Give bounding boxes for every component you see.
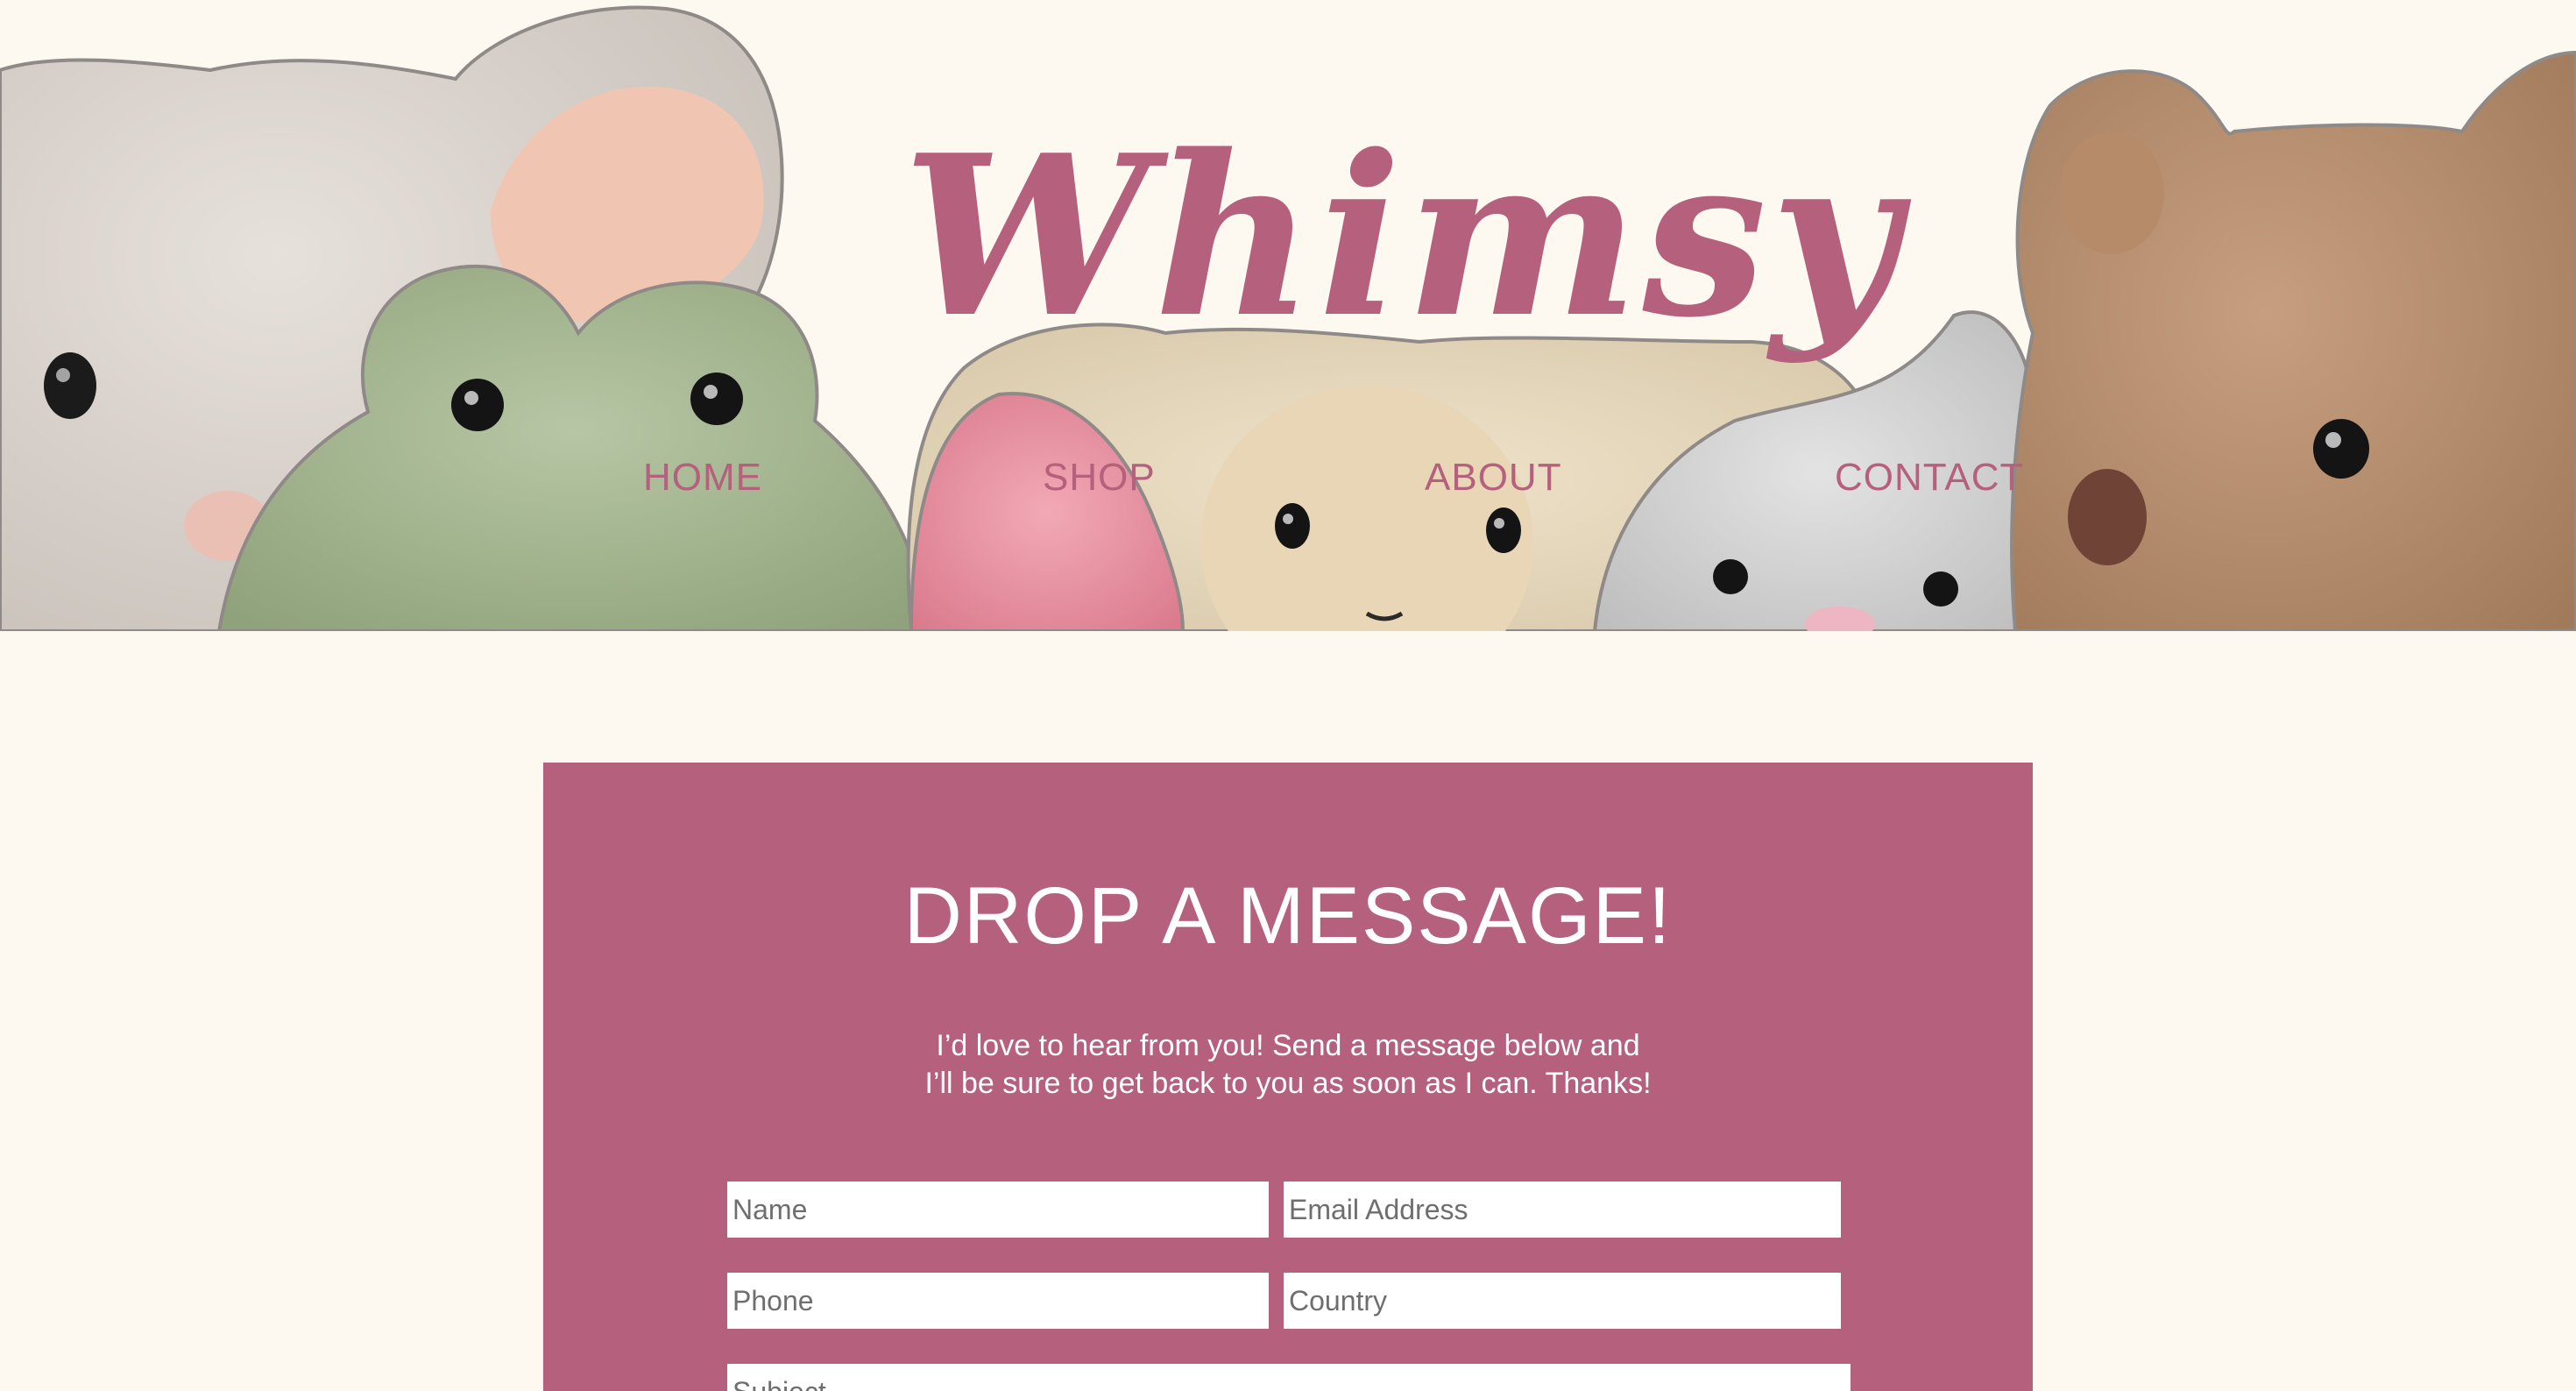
contact-intro-line-2: I’ll be sure to get back to you as soon … [924, 1067, 1652, 1100]
teddy-bear-plush-icon [2010, 50, 2576, 631]
subject-input[interactable] [727, 1364, 1851, 1391]
hero-header: Whimsy HOME SHOP ABOUT CONTACT [0, 0, 2576, 631]
phone-input[interactable] [727, 1273, 1269, 1329]
nav-shop[interactable]: SHOP [1043, 447, 1156, 508]
main-nav: HOME SHOP ABOUT CONTACT [0, 447, 2576, 508]
email-input[interactable] [1284, 1182, 1841, 1238]
contact-intro-line-1: I’d love to hear from you! Send a messag… [936, 1029, 1640, 1062]
contact-title: DROP A MESSAGE! [903, 871, 1673, 961]
country-input[interactable] [1284, 1273, 1841, 1329]
nav-home[interactable]: HOME [643, 447, 762, 508]
page: Whimsy HOME SHOP ABOUT CONTACT DROP A ME… [0, 0, 2576, 1391]
contact-intro: I’d love to hear from you! Send a messag… [543, 1027, 2033, 1103]
brand-logo[interactable]: Whimsy [902, 105, 1899, 368]
nav-contact[interactable]: CONTACT [1835, 447, 2024, 508]
nav-about[interactable]: ABOUT [1425, 447, 1562, 508]
contact-panel: DROP A MESSAGE! I’d love to hear from yo… [543, 763, 2033, 1391]
name-input[interactable] [727, 1182, 1269, 1238]
